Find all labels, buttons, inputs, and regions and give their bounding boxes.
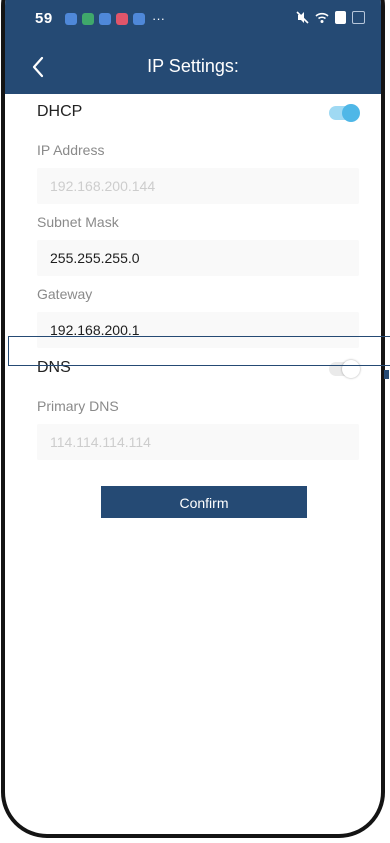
subnet-mask-field[interactable] <box>37 240 359 276</box>
status-time: 59 <box>35 10 53 27</box>
gateway-label: Gateway <box>37 286 93 302</box>
primary-dns-field[interactable] <box>37 424 359 460</box>
wifi-icon <box>315 12 329 23</box>
battery-outline-icon <box>352 11 365 24</box>
toggle-knob <box>342 360 360 378</box>
dhcp-label: DHCP <box>37 103 83 120</box>
app-bar: IP Settings: <box>5 42 381 92</box>
notification-icon <box>65 13 77 25</box>
subnet-mask-field-box <box>37 240 359 276</box>
dns-label: DNS <box>37 359 71 376</box>
gateway-field-box <box>37 312 359 348</box>
dns-toggle[interactable] <box>329 360 360 378</box>
dns-row: DNS <box>5 350 381 388</box>
ip-address-field[interactable] <box>37 168 359 204</box>
notification-icon <box>99 13 111 25</box>
notification-icon <box>133 13 145 25</box>
primary-dns-field-box <box>37 424 359 460</box>
system-icons <box>296 11 365 24</box>
status-bar: 59 ··· <box>5 4 381 42</box>
page: 59 ··· IP Settings: DHCP IP Address 192.… <box>0 0 390 843</box>
confirm-button[interactable]: Confirm <box>101 486 307 518</box>
notification-icon <box>82 13 94 25</box>
primary-dns-label: Primary DNS <box>37 398 119 414</box>
page-title: IP Settings: <box>147 56 239 76</box>
toggle-knob <box>342 104 360 122</box>
battery-icon <box>335 11 346 24</box>
highlight-marker <box>384 370 389 379</box>
dhcp-row: DHCP <box>5 94 381 132</box>
ip-address-field-box <box>37 168 359 204</box>
gateway-field[interactable] <box>37 312 359 348</box>
phone-frame: 59 ··· IP Settings: DHCP IP Address 192.… <box>1 0 385 838</box>
mute-icon <box>296 11 309 24</box>
ip-address-label: IP Address <box>37 142 105 158</box>
more-notifications-icon: ··· <box>152 11 165 26</box>
dhcp-toggle[interactable] <box>329 104 360 122</box>
ip-settings-form: DHCP IP Address Subnet Mask Gateway DNS … <box>5 94 381 460</box>
notification-icons: ··· <box>65 11 165 26</box>
notification-icon <box>116 13 128 25</box>
subnet-mask-label: Subnet Mask <box>37 214 119 230</box>
